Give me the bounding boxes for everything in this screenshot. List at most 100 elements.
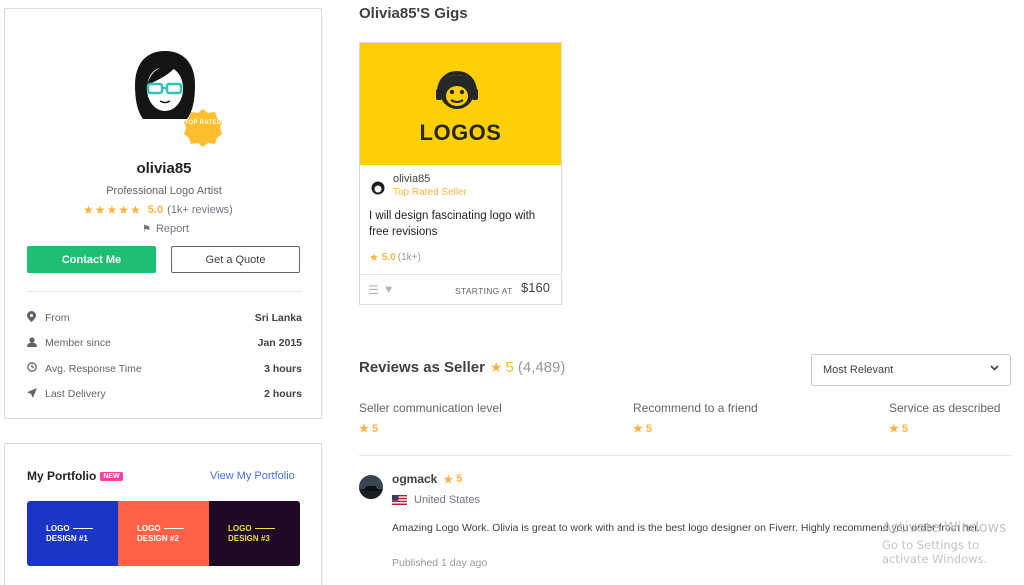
portfolio-tile[interactable]: LOGO DESIGN #3 (209, 501, 300, 566)
seller-username[interactable]: olivia85 (5, 160, 323, 177)
profile-divider (27, 291, 302, 292)
star-icon: ★ (889, 423, 899, 435)
report-link[interactable]: ⚑ Report (142, 223, 189, 235)
watermark-line1: Activate Windows (882, 520, 1007, 536)
tile-rule (72, 527, 93, 529)
reviewer-name[interactable]: ogmack (392, 472, 437, 486)
top-rated-badge: TOP RATED (182, 107, 224, 149)
gig-thumbnail[interactable]: LOGOS (360, 43, 561, 165)
tile-line2: DESIGN #1 (46, 533, 88, 543)
top-rated-label: TOP RATED (184, 120, 222, 126)
user-icon (27, 337, 45, 350)
info-value: Sri Lanka (254, 311, 302, 324)
star-icon: ★ (633, 423, 643, 435)
criteria-communication: Seller communication level ★ 5 (359, 401, 502, 435)
seller-info-list: From Sri Lanka Member since Jan 2015 Avg… (27, 305, 302, 407)
portfolio-tiles: LOGO DESIGN #1 LOGO DESIGN #2 LOGO DESIG… (27, 501, 300, 566)
tile-rule (163, 527, 184, 529)
view-portfolio-link[interactable]: View My Portfolio (210, 470, 295, 482)
monkey-logo-icon (436, 70, 478, 109)
portfolio-tile[interactable]: LOGO DESIGN #2 (118, 501, 209, 566)
reviewer-score: 5 (456, 473, 463, 485)
criteria-label: Seller communication level (359, 401, 502, 415)
reviews-divider (359, 455, 1011, 456)
star-icon: ★ (369, 252, 379, 264)
reviewer-country-name: United States (414, 494, 481, 506)
windows-activation-watermark: Activate Windows Go to Settings to activ… (882, 520, 1024, 566)
info-row-response-time: Avg. Response Time 3 hours (27, 356, 302, 382)
reviewer-name-row: ogmack ★ 5 (392, 472, 462, 486)
info-value: 2 hours (264, 388, 302, 401)
tile-line1: LOGO (137, 523, 161, 533)
badge-icon (184, 109, 222, 147)
us-flag-icon (392, 495, 407, 505)
info-label: Avg. Response Time (45, 362, 142, 375)
star-icon: ★ (489, 359, 503, 375)
gigs-heading: Olivia85'S Gigs (359, 5, 468, 22)
info-value: Jan 2015 (257, 337, 302, 350)
gig-price: $160 (521, 280, 550, 295)
gig-card[interactable]: LOGOS olivia85 Top Rated Seller I will d… (359, 42, 562, 305)
report-label: Report (155, 223, 189, 235)
sort-reviews-select[interactable]: Most Relevant (811, 354, 1011, 386)
seller-tagline: Professional Logo Artist (106, 185, 222, 197)
chevron-down-icon (990, 363, 999, 375)
info-row-member-since: Member since Jan 2015 (27, 331, 302, 357)
clock-icon (27, 362, 45, 375)
criteria-service: Service as described ★ 5 (889, 401, 1000, 435)
criteria-score: 5 (645, 423, 652, 435)
new-badge: NEW (100, 471, 123, 481)
tile-line1: LOGO (46, 523, 70, 533)
gig-seller-level: Top Rated Seller (393, 187, 467, 198)
gig-footer: ☰ ♥ STARTING AT $160 (360, 274, 561, 304)
flag-icon: ⚑ (142, 223, 151, 235)
criteria-label: Service as described (889, 401, 1001, 415)
contact-me-button[interactable]: Contact Me (27, 246, 156, 273)
sort-selected-value: Most Relevant (823, 364, 894, 376)
criteria-score: 5 (371, 423, 378, 435)
review-date: Published 1 day ago (392, 557, 488, 569)
portfolio-title: My Portfolio NEW (27, 469, 123, 483)
heart-icon[interactable]: ♥ (385, 282, 392, 296)
info-row-last-delivery: Last Delivery 2 hours (27, 382, 302, 408)
star-icon: ★ (443, 473, 454, 486)
reviewer-avatar[interactable] (359, 475, 383, 499)
portfolio-tile[interactable]: LOGO DESIGN #1 (27, 501, 118, 566)
get-a-quote-button[interactable]: Get a Quote (171, 246, 300, 273)
info-row-from: From Sri Lanka (27, 305, 302, 331)
gig-seller-avatar (371, 181, 385, 195)
gig-rating: ★ 5.0 (1k+) (369, 251, 421, 264)
criteria-recommend: Recommend to a friend ★ 5 (633, 401, 758, 435)
gig-rating-count: (1k+) (397, 252, 421, 263)
info-value: 3 hours (264, 362, 302, 375)
tile-line2: DESIGN #3 (228, 533, 270, 543)
portfolio-card: My Portfolio NEW View My Portfolio LOGO … (4, 443, 322, 585)
seller-profile-card: TOP RATED olivia85 Professional Logo Art… (4, 8, 322, 419)
send-icon (27, 387, 45, 401)
reviews-score: 5 (505, 359, 514, 376)
rating-score: 5.0 (147, 203, 164, 216)
reviewer-country: United States (392, 494, 480, 506)
rating-review-count: (1k+ reviews) (167, 203, 233, 216)
info-label: From (45, 311, 70, 324)
criteria-label: Recommend to a friend (633, 401, 758, 415)
watermark-line2: Go to Settings to activate Windows. (882, 538, 988, 566)
starting-at-label: STARTING AT (455, 286, 513, 296)
reviews-title: Reviews as Seller (359, 359, 485, 376)
location-icon (27, 310, 45, 325)
info-label: Member since (45, 337, 111, 350)
tile-line2: DESIGN #2 (137, 533, 179, 543)
seller-rating: ★★★★★ 5.0 (1k+ reviews) (83, 202, 233, 217)
list-menu-icon[interactable]: ☰ (368, 283, 379, 297)
star-icon: ★ (359, 423, 369, 435)
info-label: Last Delivery (45, 388, 106, 401)
criteria-score: 5 (901, 423, 908, 435)
gig-title[interactable]: I will design fascinating logo with free… (369, 208, 549, 240)
tile-rule (254, 527, 275, 529)
gig-rating-score: 5.0 (381, 252, 396, 263)
tile-line1: LOGO (228, 523, 252, 533)
gig-seller-name[interactable]: olivia85 (393, 173, 430, 185)
star-rating-icon: ★★★★★ (83, 202, 142, 217)
gig-thumb-text: LOGOS (419, 120, 502, 145)
reviews-count: (4,489) (517, 359, 566, 376)
